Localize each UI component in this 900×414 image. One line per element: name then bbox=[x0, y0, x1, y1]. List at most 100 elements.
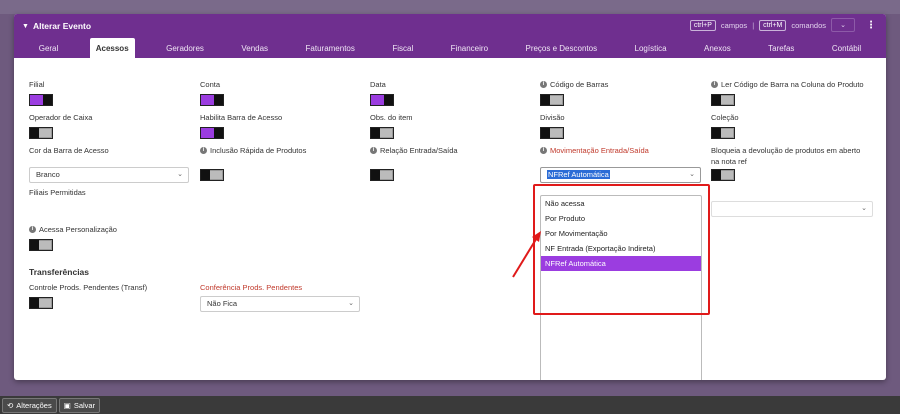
field-obs-item: Obs. do item bbox=[370, 113, 413, 139]
tab-fiscal[interactable]: Fiscal bbox=[386, 38, 419, 58]
label-acessa-personalizacao: i Acessa Personalização bbox=[29, 225, 117, 234]
tab-precos-descontos[interactable]: Preços e Descontos bbox=[519, 38, 603, 58]
toggle-obs-item[interactable] bbox=[370, 127, 394, 139]
field-codigo-barras: i Código de Barras bbox=[540, 80, 608, 106]
info-icon[interactable]: i bbox=[711, 81, 718, 88]
info-icon[interactable]: i bbox=[200, 147, 207, 154]
toggle-controle-prods[interactable] bbox=[29, 297, 53, 309]
toggle-operador-caixa[interactable] bbox=[29, 127, 53, 139]
select-movimentacao-es[interactable]: NFRef Automática ⌄ bbox=[540, 167, 701, 183]
bottom-toolbar: ⟲ Alterações ▣ Salvar bbox=[0, 396, 900, 414]
tab-vendas[interactable]: Vendas bbox=[235, 38, 274, 58]
toggle-habilita-barra[interactable] bbox=[200, 127, 224, 139]
backdrop bbox=[0, 0, 900, 14]
select-conferencia-value: Não Fica bbox=[207, 299, 238, 308]
dropdown-option[interactable]: NF Entrada (Exportação Indireta) bbox=[541, 241, 701, 256]
edit-event-modal: ▼ Alterar Evento ctrl+P campos | ctrl+M … bbox=[14, 14, 886, 380]
toggle-bloqueia-devolucao[interactable] bbox=[711, 169, 735, 181]
label-relacao-es: i Relação Entrada/Saída bbox=[370, 146, 458, 155]
tab-contabil[interactable]: Contábil bbox=[826, 38, 867, 58]
modal-header: ▼ Alterar Evento ctrl+P campos | ctrl+M … bbox=[14, 14, 886, 38]
field-acessa-personalizacao: i Acessa Personalização bbox=[29, 225, 117, 251]
select-cor-barra[interactable]: Branco ⌄ bbox=[29, 167, 189, 183]
toggle-relacao-es[interactable] bbox=[370, 169, 394, 181]
field-bloqueia-devolucao: Bloqueia a devolução de produtos em aber… bbox=[711, 146, 860, 166]
tab-faturamentos[interactable]: Faturamentos bbox=[300, 38, 361, 58]
label-movimentacao-es-text: Movimentação Entrada/Saída bbox=[550, 146, 649, 155]
field-relacao-es: i Relação Entrada/Saída bbox=[370, 146, 458, 155]
label-bloqueia-devolucao-1: Bloqueia a devolução de produtos em aber… bbox=[711, 146, 861, 155]
field-ler-codigo: i Ler Código de Barra na Coluna do Produt… bbox=[711, 80, 864, 106]
salvar-label: Salvar bbox=[73, 400, 96, 410]
shortcut-fields-key: ctrl+P bbox=[689, 19, 716, 31]
label-cor-barra: Cor da Barra de Acesso bbox=[29, 146, 109, 155]
chevron-down-icon: ⌄ bbox=[861, 205, 867, 212]
select-conferencia-prods[interactable]: Não Fica ⌄ bbox=[200, 296, 360, 312]
toggle-filial[interactable] bbox=[29, 94, 53, 106]
modal-title[interactable]: ▼ Alterar Evento bbox=[22, 21, 91, 31]
tab-acessos[interactable]: Acessos bbox=[89, 38, 135, 58]
label-conferencia-prods: Conferência Prods. Pendentes bbox=[200, 283, 303, 292]
info-icon[interactable]: i bbox=[540, 147, 547, 154]
label-ler-codigo-text: Ler Código de Barra na Coluna do Produto bbox=[721, 80, 864, 89]
shortcut-commands-key: ctrl+M bbox=[759, 19, 787, 31]
field-filial: Filial bbox=[29, 80, 53, 106]
label-bloqueia-devolucao-2: na nota ref bbox=[711, 157, 747, 166]
tab-financeiro[interactable]: Financeiro bbox=[445, 38, 494, 58]
tab-logistica[interactable]: Logística bbox=[629, 38, 673, 58]
alteracoes-button[interactable]: ⟲ Alterações bbox=[2, 397, 57, 413]
toggle-ler-codigo[interactable] bbox=[711, 94, 735, 106]
label-ler-codigo: i Ler Código de Barra na Coluna do Produt… bbox=[711, 80, 864, 89]
field-cor-barra: Cor da Barra de Acesso bbox=[29, 146, 109, 155]
chevron-down-icon: ⌄ bbox=[348, 300, 354, 307]
label-inclusao-rapida-text: Inclusão Rápida de Produtos bbox=[210, 146, 307, 155]
tab-geral[interactable]: Geral bbox=[33, 38, 65, 58]
collapse-caret-icon[interactable]: ▼ bbox=[22, 23, 29, 30]
header-separator: | bbox=[752, 20, 755, 30]
chevron-down-icon: ⌄ bbox=[689, 171, 695, 178]
label-habilita-barra: Habilita Barra de Acesso bbox=[200, 113, 283, 122]
label-obs-item: Obs. do item bbox=[370, 113, 413, 122]
label-colecao: Coleção bbox=[711, 113, 739, 122]
toggle-codigo-barras[interactable] bbox=[540, 94, 564, 106]
tab-anexos[interactable]: Anexos bbox=[698, 38, 737, 58]
toggle-colecao[interactable] bbox=[711, 127, 735, 139]
field-controle-prods: Controle Prods. Pendentes (Transf) bbox=[29, 283, 147, 309]
modal-title-text: Alterar Evento bbox=[32, 21, 92, 31]
dropdown-option-selected[interactable]: NFRef Automática bbox=[541, 256, 701, 271]
dropdown-option[interactable]: Não acessa bbox=[541, 196, 701, 211]
shortcut-fields-label: campos bbox=[720, 20, 748, 30]
info-icon[interactable]: i bbox=[29, 226, 36, 233]
toggle-acessa-personalizacao[interactable] bbox=[29, 239, 53, 251]
dropdown-options-panel: Não acessa Por Produto Por Movimentação … bbox=[540, 195, 702, 380]
dropdown-option[interactable]: Por Produto bbox=[541, 211, 701, 226]
label-codigo-barras: i Código de Barras bbox=[540, 80, 608, 89]
field-divisao: Divisão bbox=[540, 113, 565, 139]
label-relacao-es-text: Relação Entrada/Saída bbox=[380, 146, 458, 155]
select-cor-barra-value: Branco bbox=[36, 170, 60, 179]
toggle-inclusao-rapida[interactable] bbox=[200, 169, 224, 181]
dropdown-option[interactable]: Por Movimentação bbox=[541, 226, 701, 241]
toggle-conta[interactable] bbox=[200, 94, 224, 106]
header-shortcuts: ctrl+P campos | ctrl+M comandos ⌄ ⋮ bbox=[689, 18, 876, 32]
history-icon: ⟲ bbox=[7, 400, 14, 410]
label-filiais-permitidas: Filiais Permitidas bbox=[29, 188, 86, 197]
header-select[interactable]: ⌄ bbox=[831, 18, 855, 32]
toggle-data[interactable] bbox=[370, 94, 394, 106]
tab-tarefas[interactable]: Tarefas bbox=[762, 38, 800, 58]
info-icon[interactable]: i bbox=[370, 147, 377, 154]
info-icon[interactable]: i bbox=[540, 81, 547, 88]
field-data: Data bbox=[370, 80, 394, 106]
more-options-icon[interactable]: ⋮ bbox=[866, 20, 876, 31]
section-transferencias: Transferências bbox=[29, 267, 90, 277]
label-inclusao-rapida: i Inclusão Rápida de Produtos bbox=[200, 146, 306, 155]
label-codigo-barras-text: Código de Barras bbox=[550, 80, 609, 89]
salvar-button[interactable]: ▣ Salvar bbox=[58, 397, 101, 413]
tab-geradores[interactable]: Geradores bbox=[160, 38, 210, 58]
field-movimentacao-es: i Movimentação Entrada/Saída bbox=[540, 146, 649, 155]
annotation-arrow-icon bbox=[512, 231, 541, 278]
label-acessa-personalizacao-text: Acessa Personalização bbox=[39, 225, 117, 234]
select-filiais-permitidas[interactable]: ⌄ bbox=[711, 201, 873, 217]
toggle-divisao[interactable] bbox=[540, 127, 564, 139]
field-conferencia-prods: Conferência Prods. Pendentes bbox=[200, 283, 302, 292]
